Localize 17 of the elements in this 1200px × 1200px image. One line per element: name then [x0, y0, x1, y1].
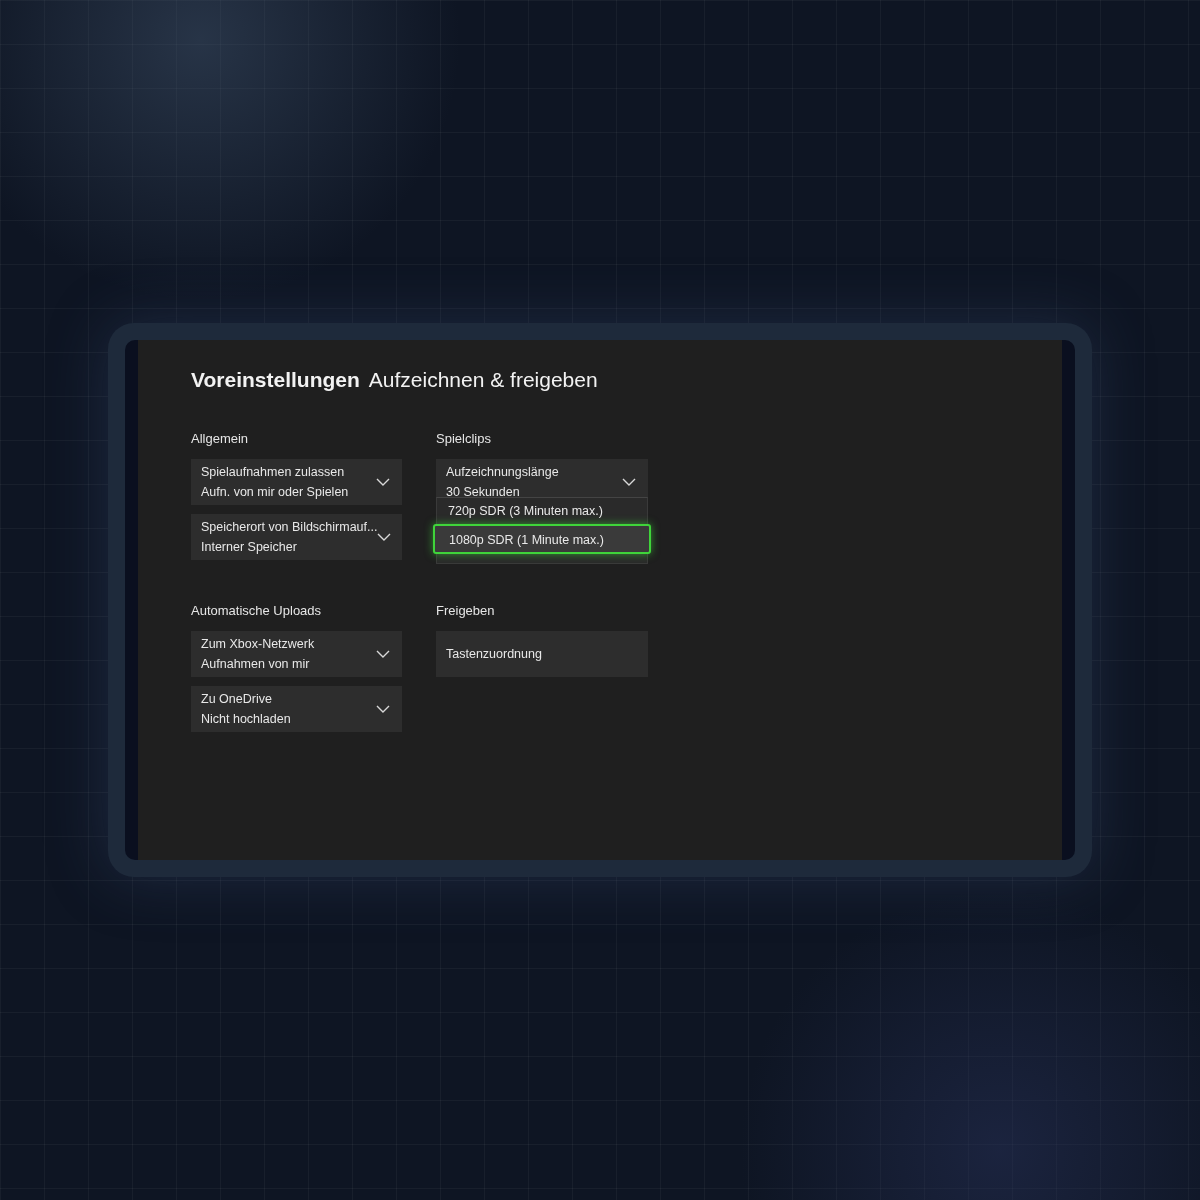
settings-button[interactable]: Tastenzuordnung [436, 631, 648, 677]
section-heading: Allgemein [191, 431, 250, 446]
page-title: Voreinstellungen [191, 368, 360, 392]
dropdown[interactable]: Speicherort von Bildschirmauf... Interner Speicher [191, 514, 402, 560]
chevron-down-icon [377, 533, 392, 541]
section-heading: Freigeben [436, 603, 496, 618]
dropdown[interactable]: Zum Xbox-Netzwerk Aufnahmen von mir [191, 631, 402, 677]
page-subtitle: Aufzeichnen & freigeben [368, 368, 598, 392]
section-heading: Spielclips [436, 431, 492, 446]
dropdown-option[interactable]: 1080p SDR (1 Minute max.) [433, 524, 651, 554]
dropdown[interactable]: Zu OneDrive Nicht hochladen [191, 686, 402, 732]
section-heading: Automatische Uploads [191, 603, 323, 618]
chevron-down-icon [376, 650, 390, 658]
chevron-down-icon [376, 705, 390, 713]
chevron-down-icon [376, 478, 390, 486]
chevron-down-icon [622, 478, 636, 486]
dropdown[interactable]: Spielaufnahmen zulassen Aufn. von mir oder Spielen [191, 459, 402, 505]
